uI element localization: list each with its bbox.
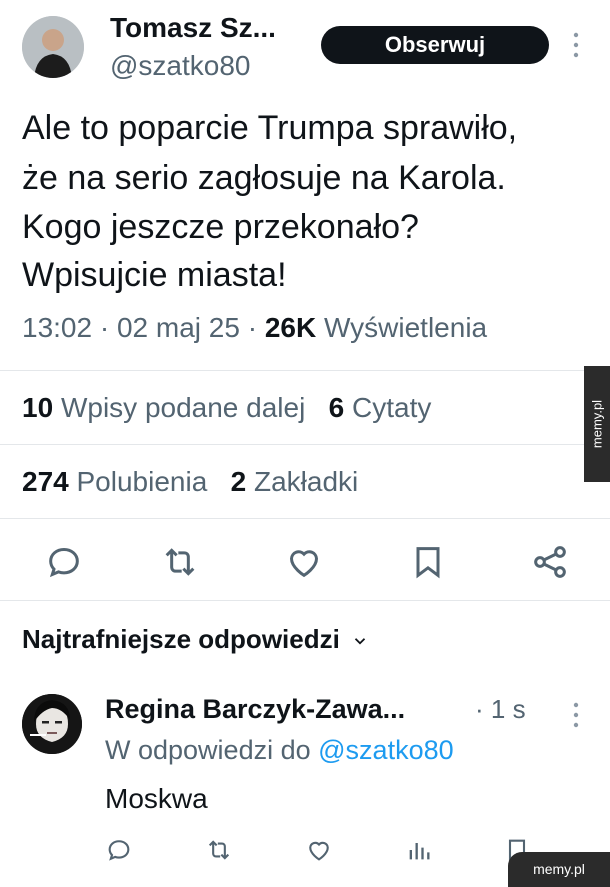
views-label: Wyświetlenia: [323, 312, 488, 343]
follow-button[interactable]: Obserwuj: [321, 26, 549, 64]
likes-count: 274: [22, 466, 69, 497]
more-icon[interactable]: [568, 30, 584, 60]
replies-sort[interactable]: Najtrafniejsze odpowiedzi: [22, 624, 369, 655]
reply-avatar-image: [22, 694, 82, 754]
replying-to-handle[interactable]: @szatko80: [318, 735, 453, 765]
divider: [0, 444, 610, 445]
replying-to-prefix: W odpowiedzi do: [105, 735, 311, 765]
like-icon[interactable]: [305, 836, 333, 864]
bookmark-icon[interactable]: [408, 542, 448, 582]
reply-text: Moskwa: [105, 783, 208, 814]
watermark-bottom: memy.pl: [508, 852, 610, 887]
tweet-time[interactable]: 13:02: [22, 312, 92, 343]
bookmarks-count: 2: [230, 466, 247, 497]
tweet-text-line: Kogo jeszcze przekonało?: [22, 208, 419, 246]
bookmarks-label: Zakładki: [253, 466, 359, 497]
reposts-count: 10: [22, 392, 54, 423]
reply-icon[interactable]: [105, 836, 133, 864]
tweet-meta: 13:02 · 02 maj 25 · 26K Wyświetlenia: [22, 312, 488, 343]
tweet-text-line: Wpisujcie miasta!: [22, 256, 287, 294]
reply-icon[interactable]: [44, 542, 84, 582]
author-avatar[interactable]: [22, 16, 84, 78]
likes-link[interactable]: 274 Polubienia: [22, 466, 207, 497]
tweet-date[interactable]: 02 maj 25: [117, 312, 240, 343]
views-count: 26K: [264, 312, 317, 343]
retweet-icon[interactable]: [160, 542, 200, 582]
watermark-side: memy.pl: [584, 366, 610, 482]
retweet-icon[interactable]: [205, 836, 233, 864]
watermark-side-text: memy.pl: [589, 399, 605, 449]
likes-label: Polubienia: [76, 466, 208, 497]
divider: [0, 600, 610, 601]
quotes-count: 6: [328, 392, 345, 423]
repost-stats: 10 Wpisy podane dalej 6 Cytaty: [22, 392, 431, 424]
replies-sort-label: Najtrafniejsze odpowiedzi: [22, 624, 340, 654]
author-name[interactable]: Tomasz Sz...: [110, 12, 276, 44]
reposts-link[interactable]: 10 Wpisy podane dalej: [22, 392, 305, 423]
reposts-label: Wpisy podane dalej: [60, 392, 306, 423]
tweet-text-line: że na serio zagłosuje na Karola.: [22, 159, 506, 197]
author-handle[interactable]: @szatko80: [110, 50, 251, 82]
author-avatar-image: [22, 16, 84, 78]
tweet-text-line: Ale to poparcie Trumpa sprawiło,: [22, 109, 518, 147]
replying-to: W odpowiedzi do @szatko80: [105, 735, 454, 766]
divider: [0, 518, 610, 519]
quotes-label: Cytaty: [352, 392, 432, 423]
reply-avatar[interactable]: [22, 694, 82, 754]
views-icon[interactable]: [405, 836, 433, 864]
share-icon[interactable]: [530, 542, 570, 582]
divider: [0, 370, 610, 371]
more-icon[interactable]: [568, 700, 584, 728]
reply-time[interactable]: · 1 s: [475, 694, 526, 725]
like-stats: 274 Polubienia 2 Zakładki: [22, 466, 358, 498]
quotes-link[interactable]: 6 Cytaty: [329, 392, 432, 423]
like-icon[interactable]: [284, 542, 324, 582]
bookmarks-link[interactable]: 2 Zakładki: [231, 466, 359, 497]
reply-author-name[interactable]: Regina Barczyk-Zawa...: [105, 694, 405, 725]
chevron-down-icon: [354, 638, 366, 645]
reply-time-value: 1 s: [490, 694, 526, 724]
